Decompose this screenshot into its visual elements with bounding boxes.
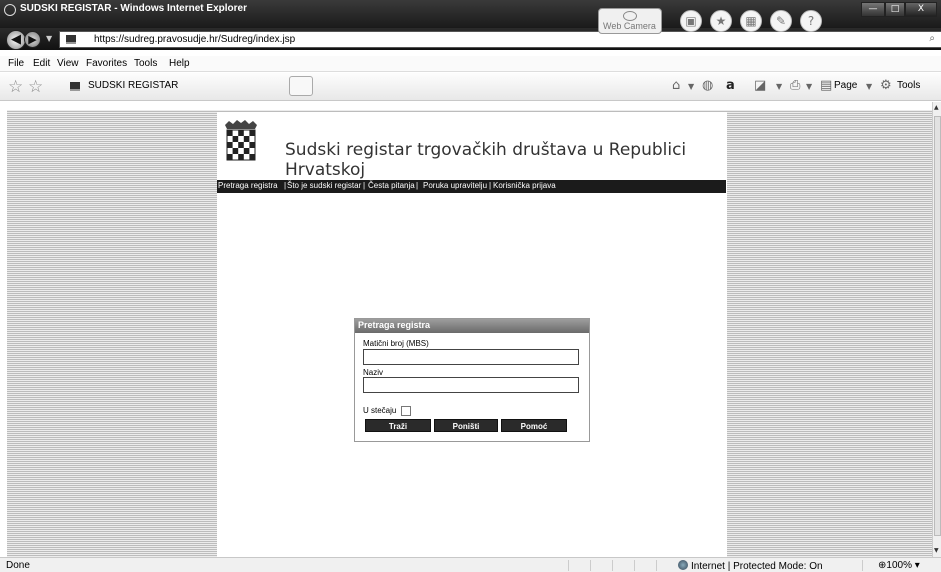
croatian-coat-of-arms-logo [225,120,257,161]
wrench-icon[interactable]: ✎ [770,10,792,32]
address-bar[interactable]: https://sudreg.pravosudje.hr/Sudreg/inde… [59,31,941,48]
menu-file[interactable]: File [8,58,24,69]
search-form-panel: Pretraga registra Matični broj (MBS) Naz… [354,318,590,442]
command-bar: ☆ ☆ SUDSKI REGISTAR ⌂ ▼ ◍ a ◪ ▼ ⎙ ▼ ▤ Pa… [0,73,941,101]
zoom-text: 100% [886,560,912,571]
site-favicon-icon [66,35,76,44]
nav-separator: | [284,181,287,190]
ie-logo-icon [4,4,16,16]
nav-pretraga-registra[interactable]: Pretraga registra [218,181,278,190]
naziv-label: Naziv [363,368,384,377]
feeds-dropdown-icon[interactable]: ▼ [776,82,782,91]
reset-button[interactable]: Poništi [434,419,498,432]
tab-sudski-registar[interactable]: SUDSKI REGISTAR [66,77,288,97]
close-button[interactable]: X [905,2,937,17]
recent-pages-dropdown-icon[interactable]: ▼ [46,34,52,43]
menu-bar: File Edit View Favorites Tools Help [0,56,941,72]
webcam-widget: Web Camera [598,8,662,34]
search-button[interactable]: Traži [365,419,431,432]
nav-sto-je-sudski-registar[interactable]: Što je sudski registar [287,181,361,190]
scroll-down-arrow-icon[interactable]: ▼ [934,547,939,554]
picture-icon[interactable]: ▦ [740,10,762,32]
panel-header: Pretraga registra [355,319,589,333]
rss-feeds-icon[interactable]: ◪ [754,78,766,93]
status-separator [590,560,591,571]
help-icon[interactable]: ? [800,10,822,32]
menu-tools[interactable]: Tools [134,58,157,69]
menu-help[interactable]: Help [169,58,190,69]
site-title: Sudski registar trgovačkih društava u Re… [285,140,687,180]
status-separator [568,560,569,571]
security-zone[interactable]: Internet | Protected Mode: On [678,560,823,572]
nav-separator: | [363,181,366,190]
scroll-up-arrow-icon[interactable]: ▲ [934,104,939,111]
page-dropdown-icon[interactable]: ▼ [866,82,872,91]
mbs-label: Matični broj (MBS) [363,339,429,348]
status-separator [656,560,657,571]
camera-lens-icon [623,11,637,21]
nav-cesta-pitanja[interactable]: Česta pitanja [368,181,415,190]
maximize-button[interactable]: □ [885,2,905,17]
page-content: Sudski registar trgovačkih društava u Re… [217,112,727,557]
status-text: Done [6,560,30,571]
page-top-margin [0,102,941,110]
stecaj-checkbox[interactable] [401,406,411,416]
add-favorites-icon[interactable]: ☆ [28,77,43,97]
menu-favorites[interactable]: Favorites [86,58,127,69]
home-dropdown-icon[interactable]: ▼ [688,82,694,91]
print-dropdown-icon[interactable]: ▼ [806,82,812,91]
window-title: SUDSKI REGISTAR - Windows Internet Explo… [20,3,247,14]
menu-view[interactable]: View [57,58,79,69]
tab-favicon-icon [70,82,80,91]
status-separator [634,560,635,571]
search-icon[interactable]: ⌕ [929,33,935,44]
minimize-button[interactable]: — [861,2,885,17]
status-bar: Done Internet | Protected Mode: On ⊕100%… [0,557,941,572]
status-separator [612,560,613,571]
panel-title: Pretraga registra [358,320,431,330]
presentation-icon[interactable]: ▣ [680,10,702,32]
security-zone-text: Internet | Protected Mode: On [691,561,823,572]
status-separator [862,560,863,571]
menu-edit[interactable]: Edit [33,58,50,69]
ebay-icon[interactable]: ◍ [702,78,713,93]
webcam-label: Web Camera [603,21,656,31]
new-tab-button[interactable] [289,76,313,96]
tab-label: SUDSKI REGISTAR [88,80,179,91]
zoom-level[interactable]: ⊕100% ▾ [878,560,920,571]
vertical-scrollbar[interactable]: ▲ ▼ [932,102,941,557]
page-menu[interactable]: Page [834,80,857,91]
help-button[interactable]: Pomoć [501,419,567,432]
tools-menu[interactable]: Tools [897,80,920,91]
globe-icon [678,560,688,570]
nav-separator: | [489,181,492,190]
forward-button[interactable]: ▶ [24,31,41,48]
amazon-icon[interactable]: a [726,78,735,93]
nav-poruka-upravitelju[interactable]: Poruka upravitelju [423,181,487,190]
scrollbar-thumb[interactable] [934,116,941,536]
site-navigation: Pretraga registra | Što je sudski regist… [217,180,726,193]
back-button[interactable]: ◀ [6,30,26,50]
favorites-star-icon[interactable]: ☆ [8,77,23,97]
nav-separator: | [416,181,419,190]
print-icon[interactable]: ⎙ [790,78,800,93]
navigation-bar: ◀ ▶ ▼ https://sudreg.pravosudje.hr/Sudre… [0,28,941,50]
star-icon[interactable]: ★ [710,10,732,32]
tools-gear-icon: ⚙ [880,78,892,93]
address-url[interactable]: https://sudreg.pravosudje.hr/Sudreg/inde… [94,34,295,45]
window-controls: — □ X [861,2,937,17]
home-icon[interactable]: ⌂ [672,78,680,93]
nav-korisnicka-prijava[interactable]: Korisnička prijava [493,181,556,190]
naziv-input[interactable] [363,377,579,393]
mbs-input[interactable] [363,349,579,365]
page-icon: ▤ [820,78,833,93]
stecaj-label: U stečaju [363,406,397,415]
